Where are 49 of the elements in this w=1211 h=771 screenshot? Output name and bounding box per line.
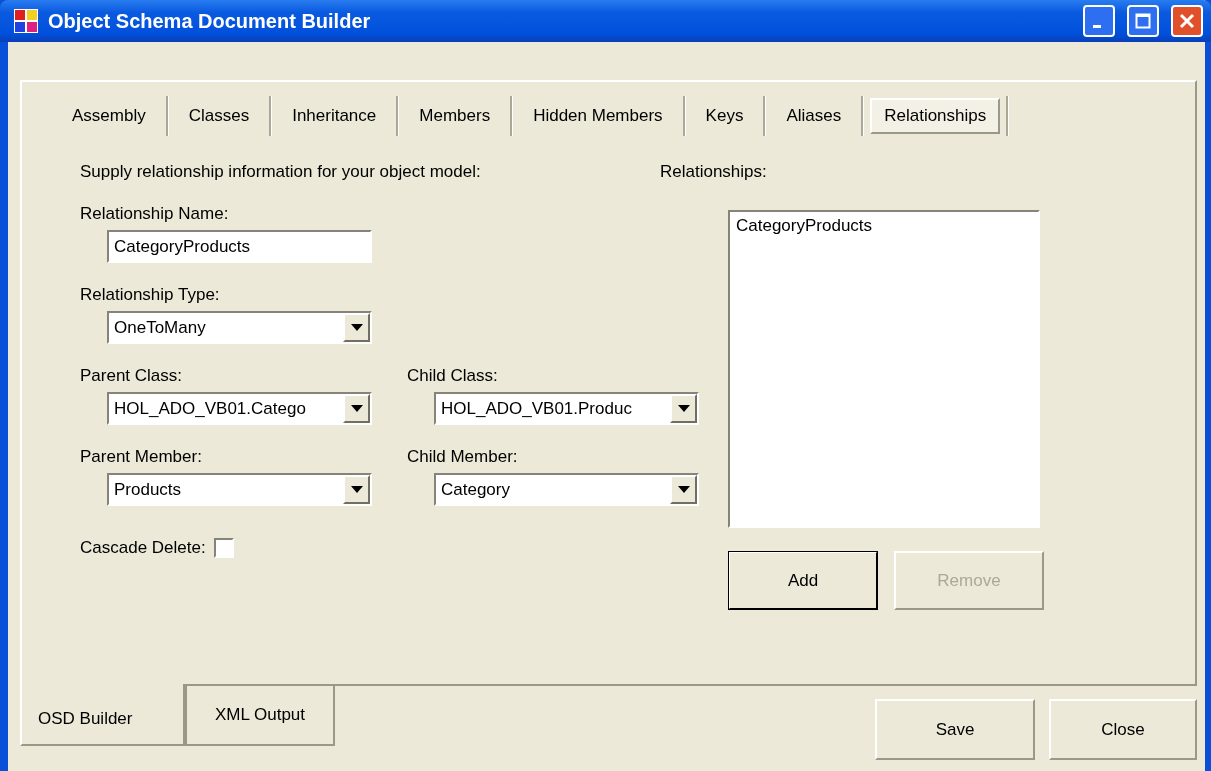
list-label: Relationships: [660,162,768,182]
field-label: Child Class: [407,366,499,386]
dropdown[interactable]: Products [107,473,372,506]
field-label: Parent Member: [80,447,203,467]
window-title: Object Schema Document Builder [48,9,372,33]
checkbox[interactable] [213,538,234,558]
field-label: Parent Class: [80,366,184,386]
dropdown-arrow-icon [677,486,690,493]
dropdown[interactable]: HOL_ADO_VB01.Catego [107,392,372,425]
dropdown-arrow-icon [350,405,363,412]
dropdown-arrow-icon [350,324,363,331]
maximize-button[interactable] [1127,5,1159,37]
field-label: Child Member: [407,447,519,467]
dropdown[interactable]: OneToMany [107,311,372,344]
relationships-list[interactable]: CategoryProducts [728,210,1040,528]
tab[interactable]: Inheritance [278,98,391,134]
close-dialog-button[interactable]: Close [1049,699,1197,760]
tab[interactable]: Aliases [772,98,856,134]
close-button[interactable] [1171,5,1203,37]
tab[interactable]: Members [405,98,505,134]
dropdown[interactable]: HOL_ADO_VB01.Produc [434,392,699,425]
add-button[interactable]: Add [728,551,878,610]
close-icon [1179,13,1195,29]
field-label: Relationship Type: [80,285,221,305]
tab[interactable]: Relationships [870,98,1001,134]
dropdown-arrow-icon [350,486,363,493]
dropdown-button[interactable] [343,313,370,342]
minimize-button[interactable] [1083,5,1115,37]
tab[interactable]: Keys [691,98,758,134]
maximize-icon [1135,13,1151,29]
tab[interactable]: XML Output [185,686,335,746]
tab[interactable]: Assembly [58,98,160,134]
dropdown-button[interactable] [343,394,370,423]
minimize-icon [1093,24,1101,28]
dropdown-button[interactable] [343,475,370,504]
tab[interactable]: Hidden Members [519,98,677,134]
field-label: Relationship Name: [80,204,230,224]
list-item[interactable]: CategoryProducts [736,216,1032,236]
dropdown-arrow-icon [677,405,690,412]
dropdown-button[interactable] [670,394,697,423]
tab[interactable]: OSD Builder [20,684,185,746]
app-icon [14,9,38,33]
save-button[interactable]: Save [875,699,1035,760]
tab[interactable]: Classes [174,98,264,134]
dropdown-button[interactable] [670,475,697,504]
instructions-text: Supply relationship information for your object model: [80,162,482,182]
input-field[interactable]: CategoryProducts [107,230,372,263]
dropdown[interactable]: Category [434,473,699,506]
checkbox-label: Cascade Delete: [80,538,206,558]
